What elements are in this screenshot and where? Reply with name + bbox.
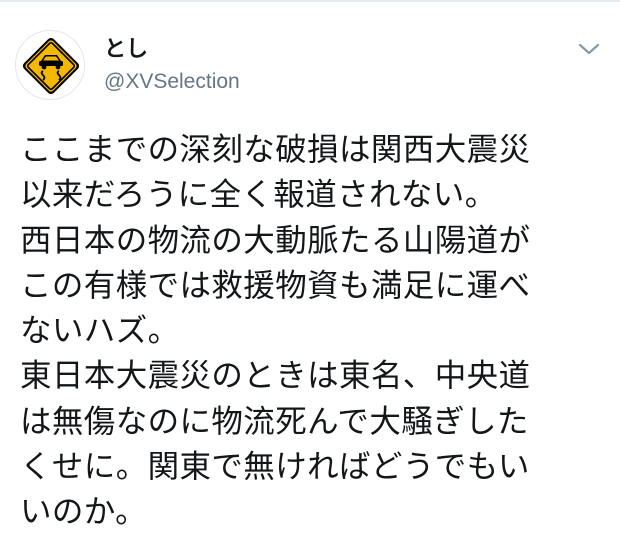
tweet-card: とし @XVSelection ここまでの深刻な破損は関西大震災 以来だろうに全…	[0, 0, 620, 559]
tweet-text-line: ここまでの深刻な破損は関西大震災	[20, 132, 531, 168]
tweet-text-line: くせに。関東で無ければどうでもい	[20, 449, 530, 486]
tweet-menu-button[interactable]	[574, 36, 604, 62]
tweet-text: ここまでの深刻な破損は関西大震災 以来だろうに全く報道されない。 西日本の物流の…	[20, 128, 610, 536]
tweet-text-line: いのか。	[20, 494, 147, 531]
avatar[interactable]	[15, 30, 85, 100]
slippery-road-sign-icon	[22, 37, 80, 95]
tweet-text-line: 東日本大震災のときは東名、中央道	[20, 358, 531, 395]
author-display-name[interactable]: とし	[104, 36, 148, 64]
tweet-text-line: は無傷なのに物流死んで大騒ぎした	[20, 403, 529, 440]
tweet-text-line: 以来だろうに全く報道されない。	[20, 177, 497, 214]
author-handle[interactable]: @XVSelection	[104, 69, 240, 95]
chevron-down-icon	[578, 43, 600, 55]
tweet-text-line: 西日本の物流の大動脈たる山陽道が	[20, 222, 531, 259]
tweet-text-line: ないハズ。	[20, 313, 180, 350]
tweet-text-line: この有様では救援物資も満足に運べ	[20, 267, 531, 304]
